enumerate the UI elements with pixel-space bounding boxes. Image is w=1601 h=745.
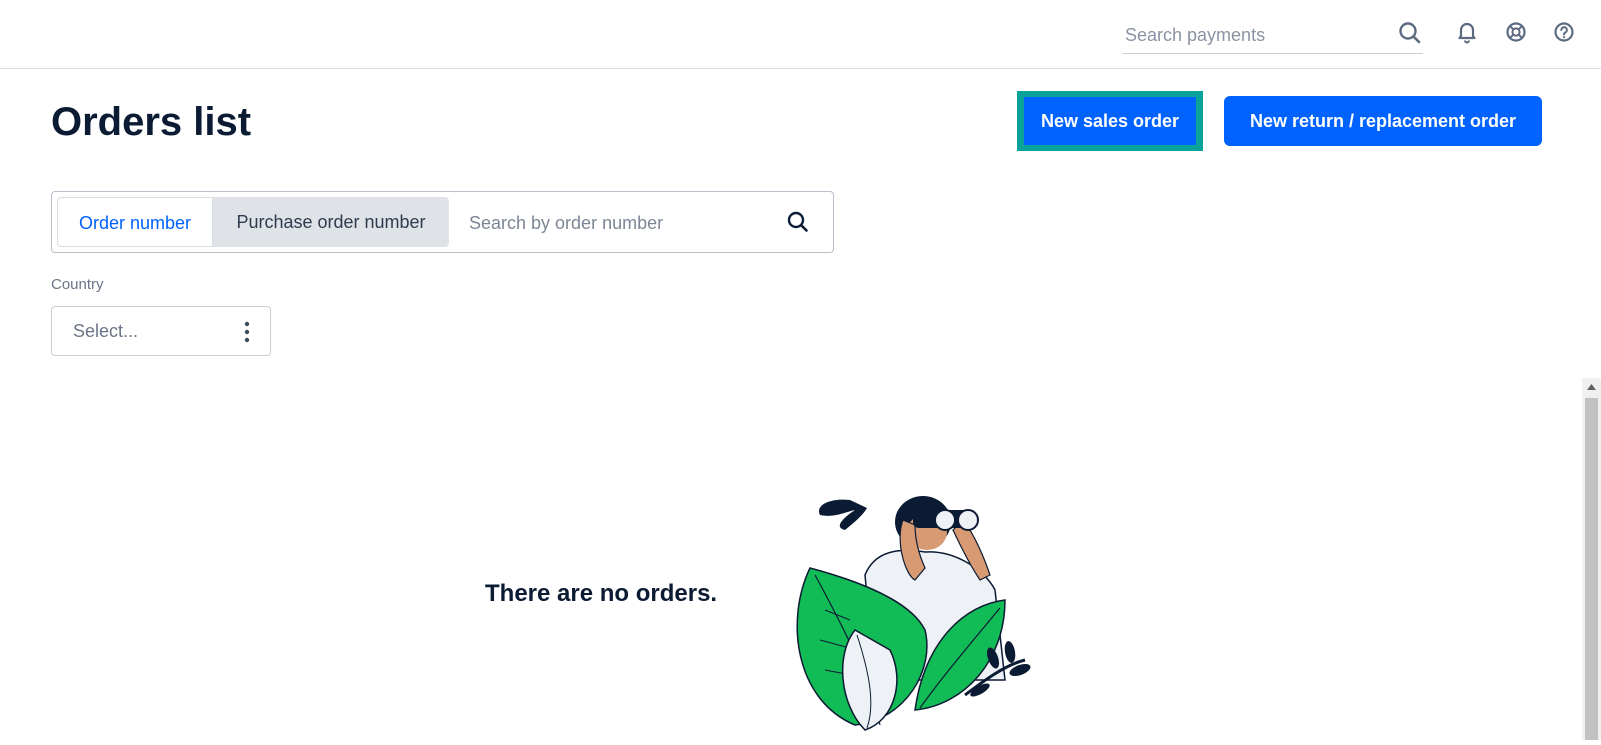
lifebuoy-icon[interactable]	[1503, 19, 1529, 45]
scroll-up-arrow-icon[interactable]	[1582, 378, 1601, 396]
bell-icon[interactable]	[1454, 19, 1480, 45]
page-scrollbar[interactable]	[1582, 378, 1601, 740]
empty-state-message: There are no orders.	[485, 580, 718, 607]
new-return-order-button[interactable]: New return / replacement order	[1224, 96, 1542, 146]
page-title: Orders list	[51, 100, 252, 144]
tab-order-number[interactable]: Order number	[57, 197, 213, 247]
order-search-bar: Order number Purchase order number	[51, 191, 834, 253]
top-bar	[0, 0, 1601, 69]
search-icon[interactable]	[1397, 20, 1423, 46]
country-select-placeholder: Select...	[73, 321, 139, 341]
country-label: Country	[51, 276, 104, 293]
payments-search-input[interactable]	[1123, 20, 1387, 50]
tab-purchase-order-number[interactable]: Purchase order number	[213, 197, 449, 247]
help-icon[interactable]	[1551, 19, 1577, 45]
order-search-input[interactable]	[467, 205, 771, 241]
scrollbar-thumb[interactable]	[1585, 398, 1598, 740]
country-select[interactable]: Select...	[51, 306, 271, 356]
new-sales-order-button[interactable]: New sales order	[1024, 97, 1196, 145]
kebab-icon	[244, 320, 250, 344]
payments-search	[1123, 16, 1423, 54]
binoculars-illustration	[795, 480, 1055, 740]
new-sales-order-focus-ring: New sales order	[1017, 91, 1203, 151]
search-icon[interactable]	[785, 209, 811, 235]
